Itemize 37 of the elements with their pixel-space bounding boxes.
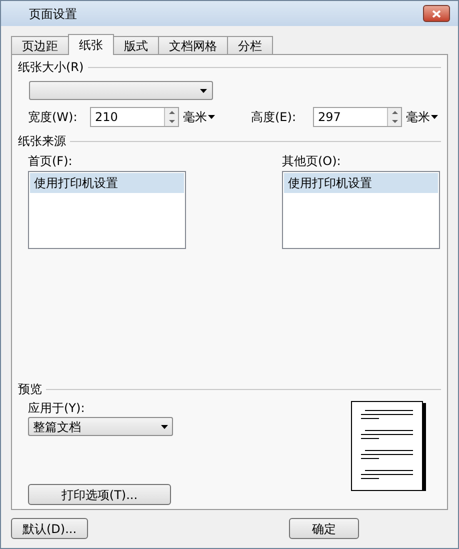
section-heading: 纸张大小(R) — [18, 59, 84, 76]
window-title: 页面设置 — [29, 6, 77, 22]
ok-button[interactable]: 确定 — [289, 518, 359, 539]
unit-dropdown[interactable]: 毫米 — [183, 108, 215, 126]
print-options-button[interactable]: 打印选项(T)... — [28, 484, 171, 505]
spin-buttons[interactable] — [387, 108, 401, 126]
close-icon — [432, 10, 441, 18]
spin-buttons[interactable] — [164, 108, 178, 126]
list-label: 其他页(O): — [282, 153, 342, 170]
section-heading: 纸张来源 — [18, 133, 66, 150]
tab[interactable]: 纸张 — [68, 34, 114, 55]
field-label: 宽度(W): — [28, 109, 78, 126]
up-arrow-icon — [392, 111, 398, 114]
tab[interactable]: 版式 — [113, 36, 159, 54]
tab[interactable]: 页边距 — [11, 36, 69, 54]
down-arrow-icon — [392, 120, 398, 123]
list-item[interactable]: 使用打印机设置 — [30, 173, 184, 193]
field-label: 应用于(Y): — [28, 400, 86, 417]
list-label: 首页(F): — [28, 153, 74, 170]
caret-icon — [208, 115, 215, 119]
section-heading: 预览 — [18, 381, 42, 398]
close-button[interactable] — [423, 5, 450, 22]
caret-icon — [161, 424, 168, 428]
down-arrow-icon — [168, 120, 174, 123]
caret-icon — [200, 88, 207, 92]
number-field[interactable]: 210 — [90, 107, 179, 127]
list-item[interactable]: 使用打印机设置 — [284, 173, 438, 193]
tab[interactable]: 文档网格 — [158, 36, 228, 54]
apply-to-dropdown[interactable]: 整篇文档 — [28, 417, 173, 436]
field-label: 高度(E): — [251, 109, 297, 126]
caret-icon — [431, 115, 438, 119]
up-arrow-icon — [168, 111, 174, 114]
tab[interactable]: 分栏 — [227, 36, 273, 54]
number-field[interactable]: 297 — [313, 107, 402, 127]
paper-size-dropdown[interactable] — [29, 81, 213, 100]
default-button[interactable]: 默认(D)... — [11, 518, 88, 539]
unit-dropdown[interactable]: 毫米 — [406, 108, 438, 126]
